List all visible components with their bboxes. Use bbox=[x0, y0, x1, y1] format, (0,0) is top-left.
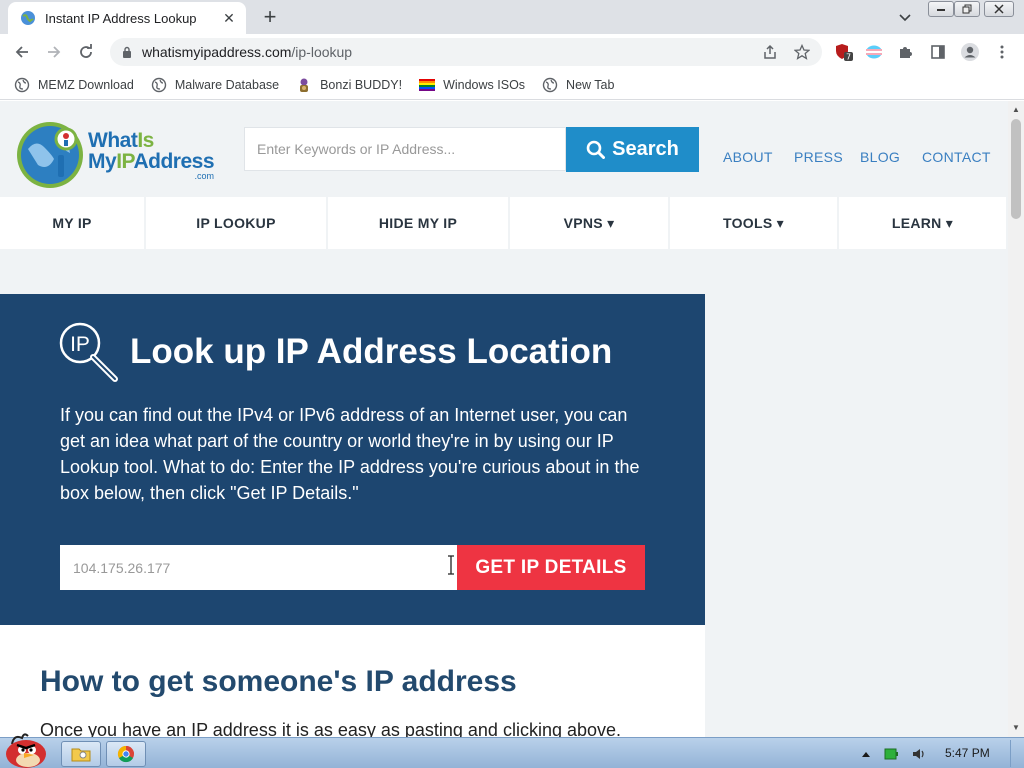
nav-vpns[interactable]: VPNS ▾ bbox=[510, 197, 668, 249]
folder-icon bbox=[71, 748, 91, 762]
profile-avatar-icon[interactable] bbox=[960, 42, 980, 62]
bookmark-label: New Tab bbox=[566, 77, 615, 92]
section-text: Once you have an IP address it is as eas… bbox=[40, 720, 622, 737]
close-icon[interactable]: ✕ bbox=[220, 9, 238, 27]
logo-my: My bbox=[88, 149, 117, 173]
scroll-up-icon[interactable]: ▲ bbox=[1012, 105, 1020, 114]
ip-address-input[interactable]: 104.175.26.177 bbox=[60, 545, 457, 590]
text-cursor-icon bbox=[448, 555, 454, 575]
page-title: Look up IP Address Location bbox=[130, 332, 613, 371]
taskbar-chrome-button[interactable] bbox=[106, 741, 146, 767]
link-press[interactable]: PRESS bbox=[794, 149, 843, 165]
chrome-icon bbox=[117, 745, 134, 763]
bookmark-label: Bonzi BUDDY! bbox=[320, 77, 403, 92]
url-path: /ip-lookup bbox=[291, 44, 353, 60]
reload-icon[interactable] bbox=[74, 40, 98, 64]
bonzi-icon bbox=[296, 77, 312, 93]
rainbow-flag-icon bbox=[419, 77, 436, 93]
nav-learn[interactable]: LEARN ▾ bbox=[839, 197, 1006, 249]
link-blog[interactable]: BLOG bbox=[860, 149, 900, 165]
page-scrollbar[interactable]: ▲ ▼ bbox=[1008, 101, 1024, 737]
link-about[interactable]: ABOUT bbox=[723, 149, 773, 165]
close-window-button[interactable] bbox=[984, 1, 1014, 17]
battery-icon[interactable] bbox=[884, 747, 898, 761]
nav-hide-my-ip[interactable]: HIDE MY IP bbox=[328, 197, 508, 249]
search-button-label: Search bbox=[612, 138, 679, 160]
ip-lookup-hero: IP Look up IP Address Location If you ca… bbox=[0, 294, 705, 625]
browser-toolbar: whatismyipaddress.com/ip-lookup 7 bbox=[0, 34, 1024, 70]
address-bar[interactable]: whatismyipaddress.com/ip-lookup bbox=[110, 38, 822, 66]
globe-icon bbox=[542, 77, 558, 93]
browser-tab[interactable]: Instant IP Address Lookup ✕ bbox=[8, 2, 246, 34]
section-heading: How to get someone's IP address bbox=[40, 665, 517, 698]
bookmark-bonzi-buddy[interactable]: Bonzi BUDDY! bbox=[296, 77, 402, 93]
extension-shield-icon[interactable]: 7 bbox=[834, 42, 854, 62]
restore-button[interactable] bbox=[954, 1, 980, 17]
volume-icon[interactable] bbox=[912, 747, 926, 761]
taskbar-explorer-button[interactable] bbox=[61, 741, 101, 767]
extension-flag-icon[interactable] bbox=[864, 42, 884, 62]
tab-title: Instant IP Address Lookup bbox=[45, 10, 197, 26]
logo-is: Is bbox=[137, 128, 154, 152]
back-icon[interactable] bbox=[10, 40, 34, 64]
bookmark-label: Windows ISOs bbox=[443, 77, 526, 92]
puzzle-icon[interactable] bbox=[896, 42, 916, 62]
new-tab-button[interactable]: + bbox=[258, 4, 282, 29]
chevron-down-icon[interactable] bbox=[895, 8, 915, 28]
hero-icon-label: IP bbox=[70, 333, 90, 356]
taskbar: 5:47 PM bbox=[0, 733, 1024, 768]
lock-icon bbox=[122, 46, 132, 58]
url-host: whatismyipaddress.com bbox=[142, 44, 292, 60]
forward-icon[interactable] bbox=[42, 40, 66, 64]
bookmark-new-tab[interactable]: New Tab bbox=[542, 77, 614, 93]
tray-expand-icon[interactable] bbox=[859, 747, 873, 761]
link-contact[interactable]: CONTACT bbox=[922, 149, 991, 165]
site-search-placeholder: Enter Keywords or IP Address... bbox=[257, 141, 456, 157]
site-search-input[interactable]: Enter Keywords or IP Address... bbox=[244, 127, 566, 171]
bookmark-malware-database[interactable]: Malware Database bbox=[151, 77, 279, 93]
sidepanel-icon[interactable] bbox=[928, 42, 948, 62]
scroll-thumb[interactable] bbox=[1011, 119, 1021, 219]
nav-tools[interactable]: TOOLS ▾ bbox=[670, 197, 837, 249]
article-section: How to get someone's IP address Once you… bbox=[0, 625, 705, 737]
bookmark-label: Malware Database bbox=[174, 77, 280, 92]
logo-com: .com bbox=[194, 170, 215, 181]
ip-input-placeholder: 104.175.26.177 bbox=[73, 559, 171, 576]
logo-address: Address bbox=[133, 149, 215, 173]
get-ip-details-button[interactable]: GET IP DETAILS bbox=[457, 545, 645, 590]
extension-badge: 7 bbox=[846, 53, 851, 62]
bookmark-windows-isos[interactable]: Windows ISOs bbox=[419, 77, 525, 93]
bookmarks-bar: MEMZ Download Malware Database Bonzi BUD… bbox=[0, 70, 1024, 100]
share-icon[interactable] bbox=[760, 42, 780, 62]
logo-ip: IP bbox=[116, 149, 134, 173]
start-button-angry-bird-icon[interactable] bbox=[2, 730, 50, 768]
logo-globe-icon bbox=[17, 122, 83, 188]
logo-what: What bbox=[88, 128, 138, 152]
globe-icon bbox=[20, 10, 36, 26]
show-desktop-button[interactable] bbox=[1010, 740, 1022, 767]
nav-my-ip[interactable]: MY IP bbox=[0, 197, 144, 249]
main-nav: MY IP IP LOOKUP HIDE MY IP VPNS ▾ TOOLS … bbox=[0, 197, 1008, 249]
bookmark-star-icon[interactable] bbox=[792, 42, 812, 62]
hero-description: If you can find out the IPv4 or IPv6 add… bbox=[60, 405, 640, 503]
page-viewport: WhatIs MyIPAddress .com Enter Keywords o… bbox=[0, 101, 1008, 737]
site-logo[interactable]: WhatIs MyIPAddress .com bbox=[14, 119, 226, 191]
minimize-button[interactable] bbox=[928, 1, 954, 17]
globe-icon bbox=[151, 77, 167, 93]
globe-icon bbox=[14, 77, 30, 93]
browser-tabstrip: Instant IP Address Lookup ✕ + bbox=[0, 0, 1024, 34]
scroll-down-icon[interactable]: ▼ bbox=[1012, 723, 1020, 732]
nav-ip-lookup[interactable]: IP LOOKUP bbox=[146, 197, 326, 249]
search-button[interactable]: Search bbox=[566, 127, 699, 172]
taskbar-clock[interactable]: 5:47 PM bbox=[945, 746, 990, 760]
bookmark-label: MEMZ Download bbox=[38, 77, 134, 92]
search-icon bbox=[586, 140, 606, 159]
bookmark-memz-download[interactable]: MEMZ Download bbox=[14, 77, 134, 93]
kebab-menu-icon[interactable] bbox=[992, 42, 1012, 62]
ip-magnifier-icon: IP bbox=[59, 322, 118, 382]
